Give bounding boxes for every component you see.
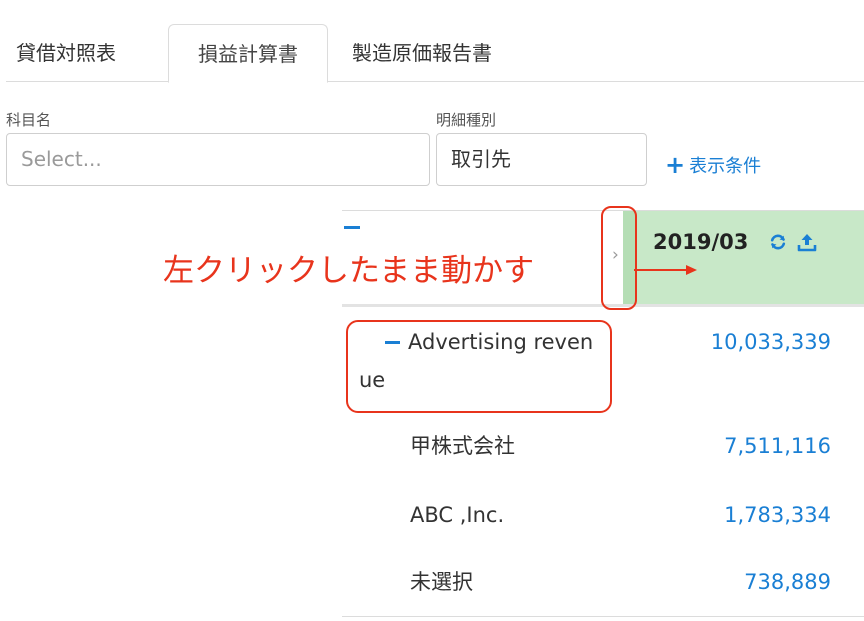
detail-type-label: 明細種別 — [436, 111, 497, 129]
row-value-kou-kabushiki[interactable]: 7,511,116 — [724, 428, 831, 464]
plus-icon: + — [665, 151, 686, 179]
row-label-highlight — [346, 320, 612, 413]
tab-manufacturing-cost-report[interactable]: 製造原価報告書 — [352, 24, 552, 82]
row-value-abc-inc[interactable]: 1,783,334 — [724, 497, 831, 533]
tab-income-statement[interactable]: 損益計算書 — [168, 24, 328, 83]
table-bottom-border — [342, 616, 864, 617]
upload-icon[interactable] — [796, 231, 818, 253]
row-label-abc-inc: ABC ,Inc. — [410, 503, 505, 527]
tab-balance-sheet[interactable]: 貸借対照表 — [16, 24, 166, 82]
collapse-all-icon[interactable] — [344, 226, 360, 229]
drag-instruction-annotation: 左クリックしたまま動かす — [163, 253, 535, 289]
display-conditions-label: 表示条件 — [689, 156, 762, 177]
drag-arrow-icon — [634, 265, 697, 275]
refresh-icon[interactable] — [768, 232, 788, 252]
account-name-label: 科目名 — [6, 111, 52, 129]
detail-type-select[interactable]: 取引先 — [436, 133, 647, 186]
display-conditions-button[interactable]: + 表示条件 — [665, 150, 761, 182]
row-value-unselected[interactable]: 738,889 — [744, 564, 831, 600]
period-column-header — [623, 211, 864, 304]
row-label-kou-kabushiki: 甲株式会社 — [410, 434, 515, 458]
period-label: 2019/03 — [653, 230, 749, 254]
account-name-select[interactable]: Select... — [6, 133, 430, 186]
resize-handle-highlight — [601, 206, 637, 310]
row-label-unselected: 未選択 — [410, 570, 473, 594]
report-tabs: 貸借対照表 損益計算書 製造原価報告書 — [6, 0, 864, 83]
row-value-advertising-revenue[interactable]: 10,033,339 — [711, 324, 831, 360]
